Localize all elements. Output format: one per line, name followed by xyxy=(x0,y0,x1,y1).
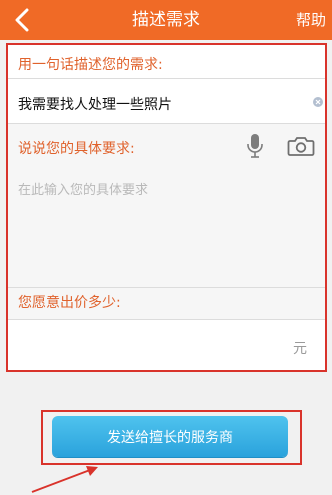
request-form: 用一句话描述您的需求: 我需要找人处理一些照片 说说您的具体要求: 在此输入您的… xyxy=(6,43,327,372)
detail-placeholder: 在此输入您的具体要求 xyxy=(18,183,149,198)
chevron-left-icon xyxy=(15,8,29,32)
price-label: 您愿意出价多少: xyxy=(18,295,121,311)
divider xyxy=(8,287,325,288)
summary-input[interactable]: 我需要找人处理一些照片 xyxy=(18,94,172,114)
microphone-icon xyxy=(247,134,263,158)
camera-icon xyxy=(287,137,315,156)
detail-textarea[interactable]: 在此输入您的具体要求 xyxy=(8,163,325,287)
price-unit: 元 xyxy=(293,341,307,357)
top-bar: 描述需求 帮助 xyxy=(0,0,332,40)
page-title: 描述需求 xyxy=(132,10,200,30)
voice-input-button[interactable] xyxy=(244,133,266,159)
annotation-arrow-icon xyxy=(31,466,98,493)
divider xyxy=(8,78,325,79)
divider xyxy=(8,123,325,124)
send-to-providers-button[interactable]: 发送给擅长的服务商 xyxy=(52,416,288,457)
help-button[interactable]: 帮助 xyxy=(294,0,328,40)
clear-button[interactable] xyxy=(313,97,323,107)
camera-button[interactable] xyxy=(287,135,315,157)
summary-label: 用一句话描述您的需求: xyxy=(18,57,163,73)
detail-label: 说说您的具体要求: xyxy=(18,141,135,157)
clear-icon xyxy=(315,99,321,105)
back-button[interactable] xyxy=(0,0,44,40)
price-input[interactable] xyxy=(8,320,325,370)
